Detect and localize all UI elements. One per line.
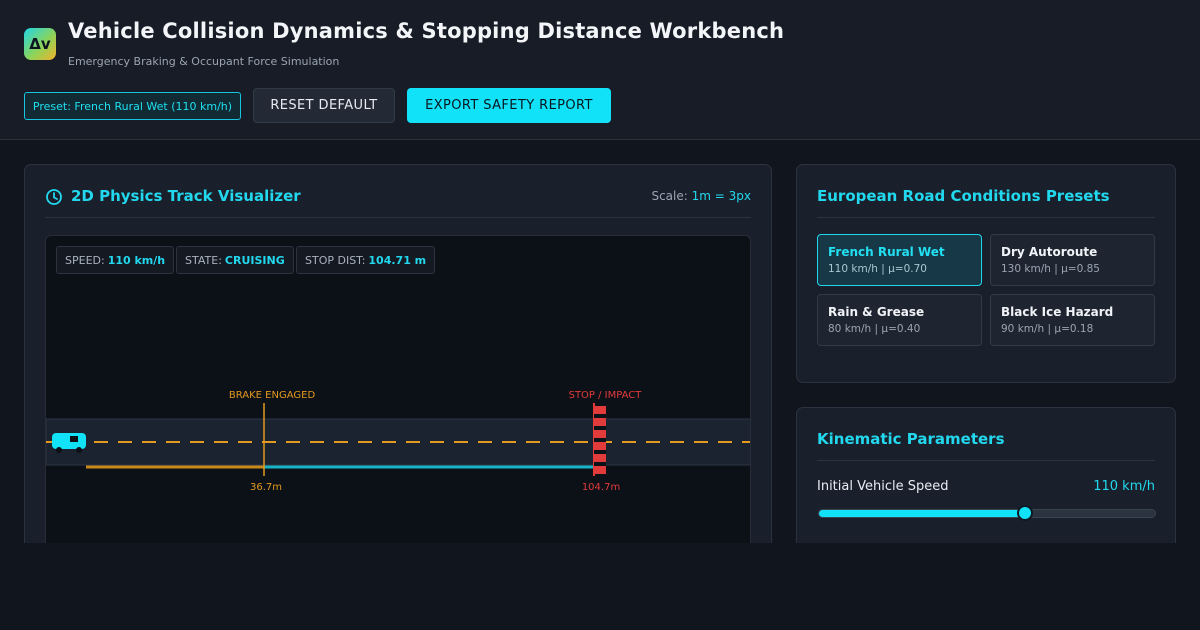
track-viewport: SPEED: 110 km/h STATE: CRUISING STOP DIS… (45, 235, 751, 565)
track-canvas: BRAKE ENGAGED 36.7m STOP / IMPACT 104.7m (46, 390, 750, 493)
export-report-button[interactable]: EXPORT SAFETY REPORT (407, 88, 611, 123)
preset-name: Rain & Grease (828, 305, 925, 319)
brake-engaged-label: BRAKE ENGAGED (229, 390, 316, 401)
preset-card-dry-autoroute[interactable]: Dry Autoroute 130 km/h | μ=0.85 (990, 234, 1155, 286)
preset-meta: 90 km/h | μ=0.18 (1001, 323, 1094, 335)
speed-slider[interactable] (818, 505, 1156, 521)
track-title: 2D Physics Track Visualizer (71, 187, 301, 205)
stop-impact-barrier (593, 403, 606, 476)
stop-distance-label: 104.7m (582, 482, 620, 493)
page-bottom (0, 543, 1200, 630)
track-visualizer-panel: 2D Physics Track Visualizer Scale: 1m = … (24, 164, 772, 584)
kinematic-title: Kinematic Parameters (817, 430, 1005, 448)
presets-panel: European Road Conditions Presets French … (796, 164, 1176, 383)
preset-card-rain-grease[interactable]: Rain & Grease 80 km/h | μ=0.40 (817, 294, 982, 346)
active-preset-badge: Preset: French Rural Wet (110 km/h) (24, 92, 241, 120)
presets-title: European Road Conditions Presets (817, 187, 1110, 205)
page-subtitle: Emergency Braking & Occupant Force Simul… (68, 55, 340, 68)
scale-readout: Scale: 1m = 3px (651, 189, 751, 203)
divider (817, 217, 1155, 218)
speed-param-value: 110 km/h (1093, 479, 1155, 494)
divider (817, 460, 1155, 461)
preset-card-black-ice[interactable]: Black Ice Hazard 90 km/h | μ=0.18 (990, 294, 1155, 346)
preset-name: French Rural Wet (828, 245, 945, 259)
reset-default-button[interactable]: RESET DEFAULT (253, 88, 395, 123)
app-logo: Δv (24, 28, 56, 60)
preset-meta: 80 km/h | μ=0.40 (828, 323, 921, 335)
brake-distance-label: 36.7m (250, 482, 282, 493)
page-title: Vehicle Collision Dynamics & Stopping Di… (68, 19, 785, 43)
speed-slider-handle[interactable] (1017, 505, 1034, 521)
divider (45, 217, 751, 218)
scale-value: 1m = 3px (691, 189, 751, 203)
app-header: Δv Vehicle Collision Dynamics & Stopping… (0, 0, 1200, 140)
speed-slider-fill (819, 510, 1026, 517)
preset-name: Dry Autoroute (1001, 245, 1098, 259)
preset-card-french-rural-wet[interactable]: French Rural Wet 110 km/h | μ=0.70 (817, 234, 982, 286)
clock-icon (46, 189, 62, 205)
speed-param-label: Initial Vehicle Speed (817, 479, 949, 494)
stop-impact-label: STOP / IMPACT (569, 390, 643, 401)
preset-meta: 110 km/h | μ=0.70 (828, 263, 927, 275)
preset-name: Black Ice Hazard (1001, 305, 1114, 319)
scale-label: Scale: (651, 189, 688, 203)
preset-meta: 130 km/h | μ=0.85 (1001, 263, 1100, 275)
